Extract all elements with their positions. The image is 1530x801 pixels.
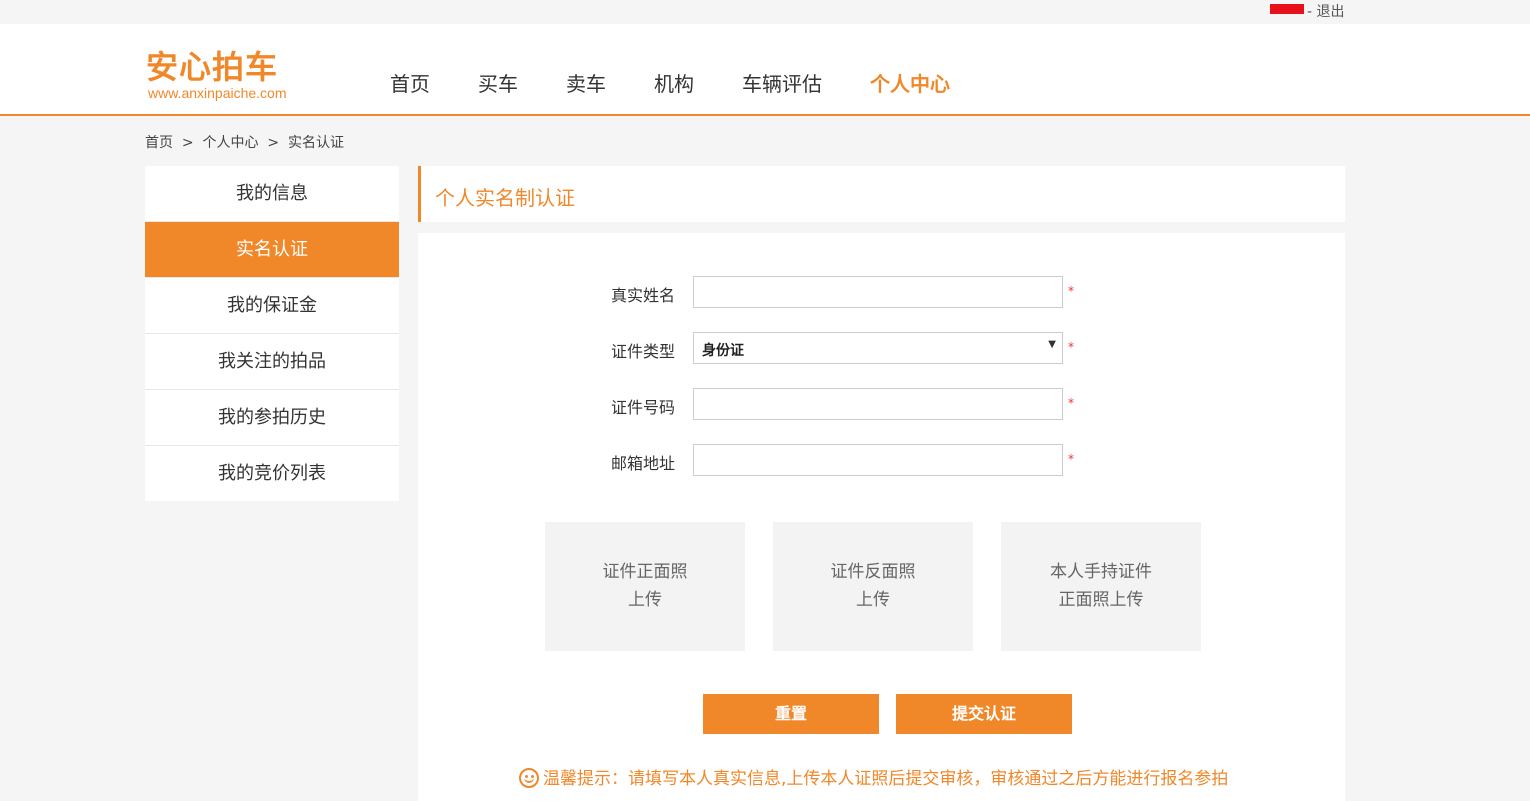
upload-id-back-label: 证件反面照 上传 [830, 562, 916, 610]
upload-id-handheld[interactable]: 本人手持证件 正面照上传 [1001, 522, 1201, 651]
panel-header: 个人实名制认证 [418, 166, 1345, 222]
email-label: 邮箱地址 [611, 454, 676, 473]
id-type-value: 身份证 [702, 343, 744, 359]
name-label: 真实姓名 [611, 286, 676, 305]
sidebar: 我的信息 实名认证 我的保证金 我关注的拍品 我的参拍历史 我的竞价列表 [145, 166, 399, 501]
sidebar-item-my-info[interactable]: 我的信息 [145, 166, 399, 222]
site-logo-url: www.anxinpaiche.com [148, 85, 287, 101]
nav-item-agency[interactable]: 机构 [654, 68, 694, 97]
id-type-label: 证件类型 [611, 342, 676, 361]
real-name-input[interactable] [693, 276, 1063, 308]
sidebar-item-bid-history[interactable]: 我的参拍历史 [145, 390, 399, 446]
upload-id-handheld-label: 本人手持证件 正面照上传 [1050, 562, 1152, 610]
sidebar-item-deposit[interactable]: 我的保证金 [145, 278, 399, 334]
verification-form: 真实姓名 * 证件类型 身份证 ▼ * 证件号码 * 邮箱地址 * 证件正面照 … [418, 233, 1345, 801]
required-mark: * [1068, 340, 1074, 354]
nav-item-home[interactable]: 首页 [390, 68, 430, 97]
id-type-select[interactable]: 身份证 ▼ [693, 332, 1063, 364]
site-header: 安心拍车 www.anxinpaiche.com 首页 买车 卖车 机构 车辆评… [0, 24, 1530, 116]
tip-text: 温馨提示：请填写本人真实信息,上传本人证照后提交审核，审核通过之后方能进行报名参… [543, 769, 1229, 789]
reset-button[interactable]: 重置 [703, 694, 879, 734]
top-bar: - 退出 [0, 0, 1530, 24]
username-redacted [1270, 4, 1304, 14]
breadcrumb: 首页 > 个人中心 > 实名认证 [145, 135, 345, 151]
sidebar-item-verification[interactable]: 实名认证 [145, 222, 399, 278]
sidebar-item-bid-list[interactable]: 我的竞价列表 [145, 446, 399, 501]
page-title: 个人实名制认证 [435, 186, 575, 210]
logout-link[interactable]: - 退出 [1307, 1, 1345, 21]
nav-item-sell[interactable]: 卖车 [566, 68, 606, 97]
id-number-label: 证件号码 [611, 398, 676, 417]
nav-item-buy[interactable]: 买车 [478, 68, 518, 97]
upload-id-front-label: 证件正面照 上传 [602, 562, 688, 610]
upload-id-back[interactable]: 证件反面照 上传 [773, 522, 973, 651]
upload-id-front[interactable]: 证件正面照 上传 [545, 522, 745, 651]
site-logo[interactable]: 安心拍车 [146, 42, 278, 88]
dropdown-arrow-icon: ▼ [1048, 339, 1056, 350]
submit-verification-button[interactable]: 提交认证 [896, 694, 1072, 734]
tip-message: 温馨提示：请填写本人真实信息,上传本人证照后提交审核，审核通过之后方能进行报名参… [519, 764, 1228, 789]
required-mark: * [1068, 452, 1074, 466]
required-mark: * [1068, 396, 1074, 410]
sidebar-item-watchlist[interactable]: 我关注的拍品 [145, 334, 399, 390]
nav-item-personal-center[interactable]: 个人中心 [870, 68, 950, 97]
nav-item-evaluation[interactable]: 车辆评估 [742, 68, 822, 97]
required-mark: * [1068, 284, 1074, 298]
smile-icon [519, 768, 539, 788]
email-input[interactable] [693, 444, 1063, 476]
id-number-input[interactable] [693, 388, 1063, 420]
